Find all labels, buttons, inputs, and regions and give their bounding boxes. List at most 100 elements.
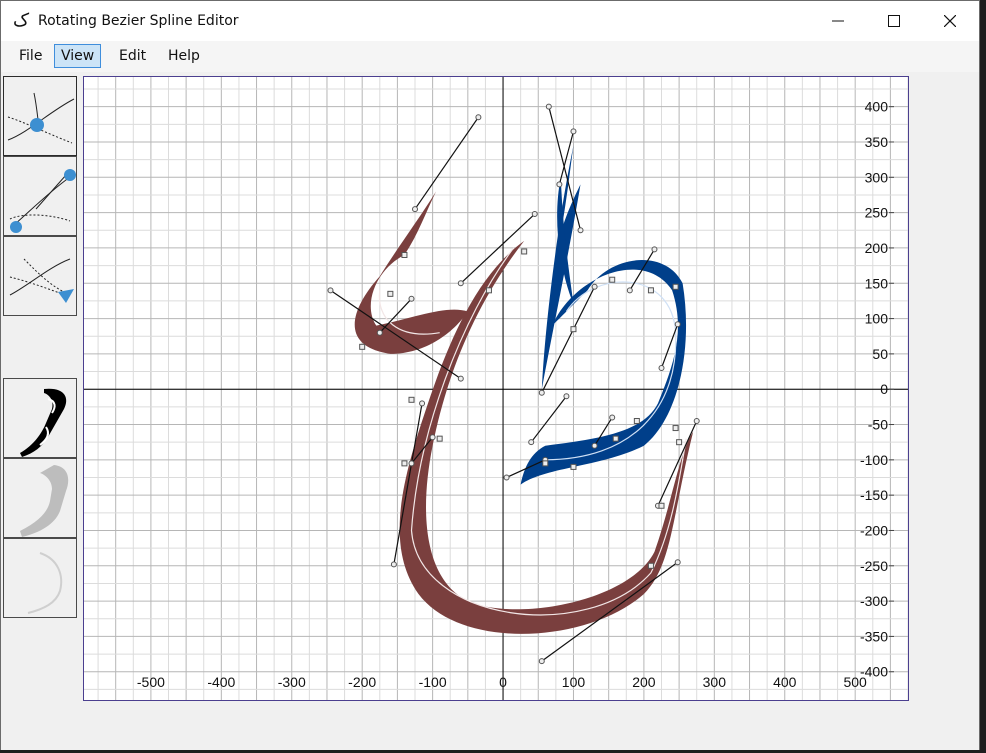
knot-point bbox=[359, 343, 366, 350]
menu-view[interactable]: View bbox=[54, 44, 102, 68]
knot-point bbox=[647, 287, 654, 294]
y-tick-label: 50 bbox=[872, 346, 888, 362]
app-window: ک Rotating Bezier Spline Editor File Vie… bbox=[0, 0, 980, 750]
control-point bbox=[674, 559, 681, 566]
close-icon bbox=[944, 15, 956, 27]
rotate-point-tool-icon bbox=[9, 258, 74, 303]
control-point bbox=[563, 393, 570, 400]
control-handle-line bbox=[530, 395, 567, 443]
control-point bbox=[429, 434, 436, 441]
control-point bbox=[408, 295, 415, 302]
knot-point bbox=[633, 417, 640, 424]
knot-point bbox=[542, 460, 549, 467]
y-tick-label: 150 bbox=[865, 275, 889, 291]
brown-hook-stroke bbox=[354, 191, 468, 354]
control-point bbox=[528, 439, 535, 446]
y-tick-label: -50 bbox=[868, 417, 888, 433]
control-point bbox=[538, 658, 545, 665]
outline-view[interactable] bbox=[3, 538, 77, 618]
y-tick-label: -300 bbox=[860, 593, 888, 609]
window-title: Rotating Bezier Spline Editor bbox=[38, 13, 239, 29]
y-tick-label: -150 bbox=[860, 487, 888, 503]
control-point bbox=[570, 128, 577, 135]
control-point bbox=[457, 375, 464, 382]
control-handle-line bbox=[548, 106, 582, 231]
x-tick-label: -300 bbox=[278, 674, 306, 690]
title-bar[interactable]: ک Rotating Bezier Spline Editor bbox=[1, 1, 979, 41]
control-point bbox=[693, 417, 700, 424]
filled-shape-view[interactable] bbox=[3, 378, 77, 458]
y-tick-label: 400 bbox=[865, 99, 889, 115]
control-point bbox=[503, 474, 510, 481]
control-point bbox=[475, 114, 482, 121]
control-point bbox=[651, 246, 658, 253]
plot-svg[interactable]: -500 -400 -300 -200 -100 0 100 200 300 400 5004003… bbox=[84, 77, 908, 700]
control-point bbox=[457, 280, 464, 287]
spline-canvas[interactable]: -500 -400 -300 -200 -100 0 100 200 300 400 500 400 3… bbox=[83, 76, 909, 701]
knot-point bbox=[672, 283, 679, 290]
knot-point bbox=[672, 425, 679, 432]
control-point bbox=[419, 400, 426, 407]
x-tick-label: 300 bbox=[703, 674, 727, 690]
knot-point bbox=[401, 252, 408, 258]
control-point bbox=[577, 227, 584, 234]
y-tick-label: 300 bbox=[865, 169, 889, 185]
knot-point bbox=[676, 439, 683, 446]
control-point bbox=[591, 442, 598, 449]
editor-area: -500 -400 -300 -200 -100 0 100 200 300 400 500 400 3… bbox=[1, 72, 979, 750]
knot-point bbox=[570, 326, 577, 333]
x-tick-label: 0 bbox=[499, 674, 507, 690]
x-tick-label: -200 bbox=[348, 674, 376, 690]
control-point bbox=[376, 329, 383, 336]
menu-help[interactable]: Help bbox=[162, 44, 206, 68]
maximize-button[interactable] bbox=[865, 1, 923, 41]
control-point bbox=[609, 414, 616, 421]
shaded-shape-view-icon bbox=[20, 465, 69, 537]
x-tick-label: -100 bbox=[419, 674, 447, 690]
menu-edit[interactable]: Edit bbox=[113, 44, 152, 68]
minimize-icon bbox=[832, 20, 844, 22]
knot-point bbox=[612, 435, 619, 442]
control-point bbox=[545, 103, 552, 110]
control-point bbox=[556, 181, 563, 188]
knot-point bbox=[658, 502, 665, 509]
x-tick-label: 200 bbox=[632, 674, 656, 690]
outline-view-icon bbox=[27, 552, 63, 614]
control-point bbox=[538, 389, 545, 396]
y-tick-label: 100 bbox=[865, 311, 889, 327]
shaded-shape-view[interactable] bbox=[3, 458, 77, 538]
control-point bbox=[658, 365, 665, 372]
knot-point bbox=[408, 396, 415, 403]
move-point-tool[interactable] bbox=[3, 76, 77, 156]
y-tick-label: -200 bbox=[860, 522, 888, 538]
menu-bar: File View Edit Help bbox=[1, 41, 979, 72]
rotate-point-tool[interactable] bbox=[3, 236, 77, 316]
knot-point bbox=[570, 463, 577, 470]
control-point bbox=[531, 211, 538, 218]
tool-palette bbox=[3, 72, 78, 632]
y-tick-label: -350 bbox=[860, 628, 888, 644]
control-point bbox=[674, 321, 681, 328]
menu-file[interactable]: File bbox=[13, 44, 48, 68]
knot-point bbox=[436, 435, 443, 442]
control-point bbox=[412, 206, 419, 213]
y-tick-label: 250 bbox=[865, 205, 889, 221]
y-tick-label: 350 bbox=[865, 134, 889, 150]
add-point-tool[interactable] bbox=[3, 156, 77, 236]
x-tick-label: 100 bbox=[562, 674, 586, 690]
minimize-button[interactable] bbox=[809, 1, 867, 41]
add-point-tool-icon bbox=[9, 169, 76, 233]
move-point-tool-icon bbox=[7, 92, 75, 144]
x-tick-label: -400 bbox=[207, 674, 235, 690]
y-tick-label: -400 bbox=[860, 664, 888, 680]
filled-shape-view-icon bbox=[20, 388, 67, 457]
y-tick-label: 200 bbox=[865, 240, 889, 256]
control-point bbox=[591, 283, 598, 290]
y-tick-label: -250 bbox=[860, 558, 888, 574]
close-button[interactable] bbox=[921, 1, 979, 41]
maximize-icon bbox=[888, 15, 900, 27]
control-point bbox=[408, 460, 415, 467]
ke-letter-icon: ک bbox=[12, 10, 30, 31]
knot-point bbox=[647, 562, 654, 569]
knot-point bbox=[609, 276, 616, 283]
